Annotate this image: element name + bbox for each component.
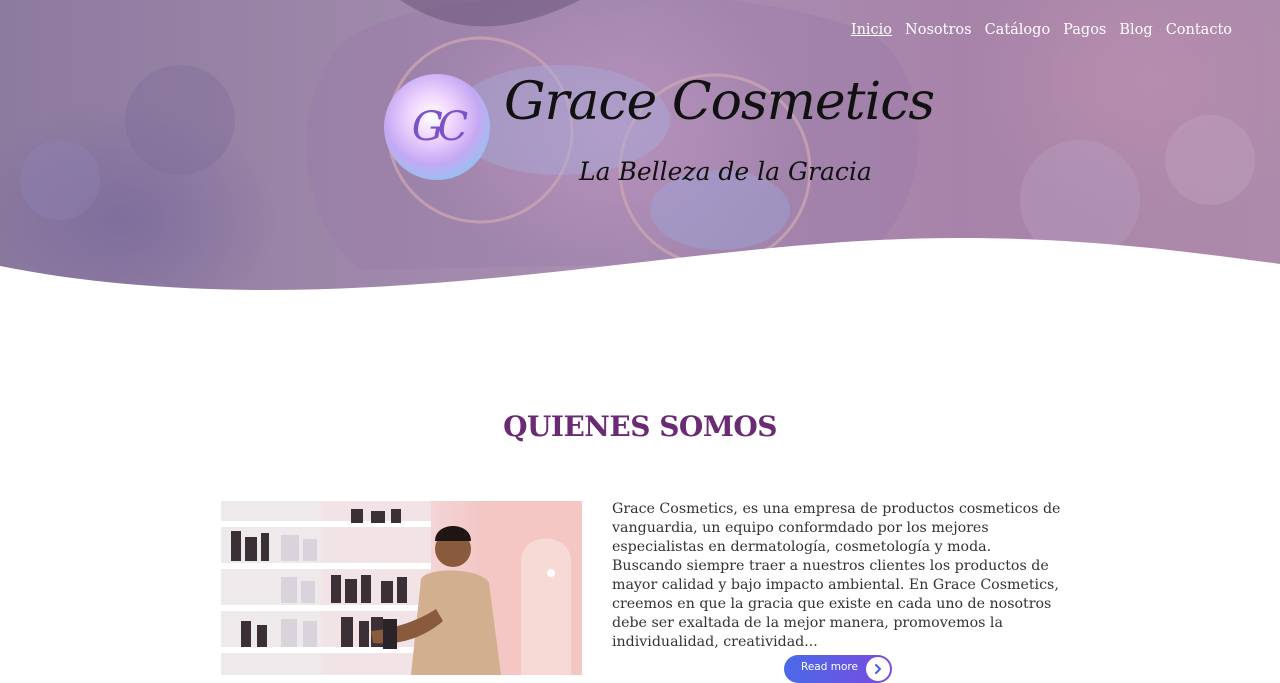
main-nav: Inicio Nosotros Catálogo Pagos Blog Cont… xyxy=(851,22,1232,38)
hero-background-image xyxy=(0,0,1280,300)
nav-item-contacto[interactable]: Contacto xyxy=(1166,22,1232,38)
read-more-label: Read more xyxy=(801,661,858,673)
about-text: Grace Cosmetics, es una empresa de produ… xyxy=(612,501,1061,650)
about-photo xyxy=(221,501,582,675)
nav-item-catalogo[interactable]: Catálogo xyxy=(985,22,1051,38)
about-photo-illustration xyxy=(221,501,582,675)
section-title: QUIENES SOMOS xyxy=(503,410,777,443)
nav-item-inicio[interactable]: Inicio xyxy=(851,22,892,38)
logo[interactable]: GC xyxy=(384,74,490,180)
read-more-button[interactable]: Read more xyxy=(784,655,892,683)
chevron-right-icon xyxy=(866,657,890,681)
brand-title: Grace Cosmetics xyxy=(504,72,935,132)
logo-mark: GC xyxy=(411,104,469,150)
nav-item-nosotros[interactable]: Nosotros xyxy=(905,22,972,38)
hero-banner: Inicio Nosotros Catálogo Pagos Blog Cont… xyxy=(0,0,1280,300)
nav-item-pagos[interactable]: Pagos xyxy=(1063,22,1106,38)
nav-item-blog[interactable]: Blog xyxy=(1119,22,1152,38)
brand-tagline: La Belleza de la Gracia xyxy=(579,157,872,186)
